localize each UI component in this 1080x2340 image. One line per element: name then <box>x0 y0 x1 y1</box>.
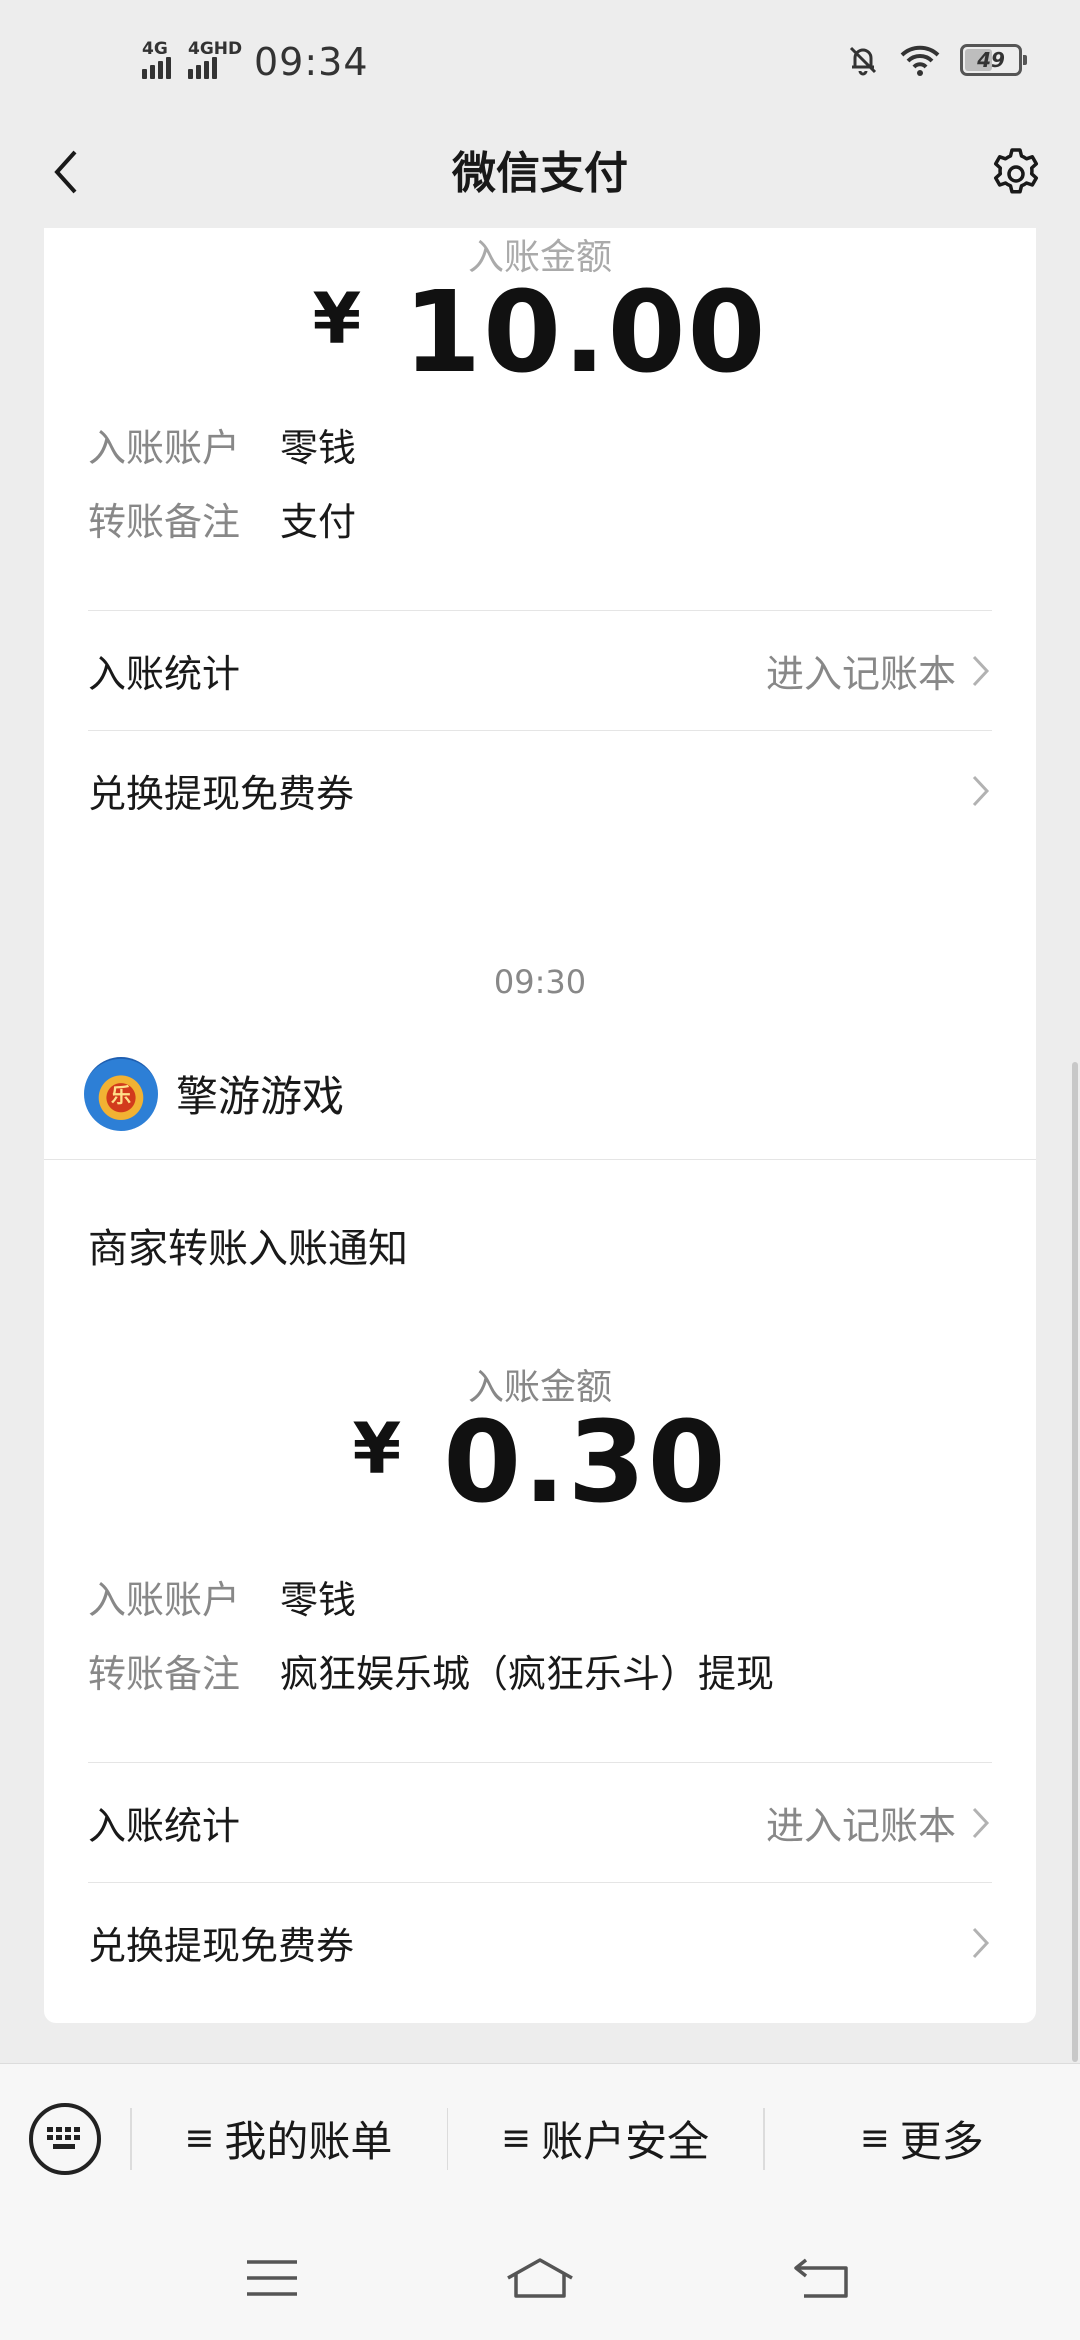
account-row: 入账账户 零钱 <box>88 422 356 474</box>
income-stats-label: 入账统计 <box>88 1804 241 1848</box>
system-menu-button[interactable] <box>232 2243 312 2313</box>
menu-label: 账户安全 <box>541 2117 710 2166</box>
status-bar: 4G 4GHD 09:34 49 <box>0 0 1080 120</box>
note-value: 支付 <box>280 500 357 544</box>
coupon-label: 兑换提现免费券 <box>88 772 355 816</box>
signal-icon: 4GHD <box>188 39 242 79</box>
ledger-link[interactable]: 进入记账本 <box>766 1795 956 1850</box>
battery-icon: 49 <box>960 44 1027 76</box>
gear-icon <box>993 148 1039 194</box>
note-row: 转账备注 支付 <box>88 496 356 548</box>
system-nav-bar <box>0 2213 1080 2340</box>
account-key: 入账账户 <box>88 1578 241 1622</box>
account-key: 入账账户 <box>88 426 241 470</box>
currency-symbol: ¥ <box>312 278 364 360</box>
chevron-right-icon <box>972 1807 990 1838</box>
settings-button[interactable] <box>982 140 1050 208</box>
payment-card: 乐 擎游游戏 商家转账入账通知 入账金额 ¥0.30 入账账户 零钱 转账备注 … <box>44 1028 1036 2023</box>
account-row: 入账账户 零钱 <box>88 1574 356 1626</box>
menu-lines-icon: ≡ <box>184 2118 215 2159</box>
note-key: 转账备注 <box>88 500 241 544</box>
income-stats-row[interactable]: 入账统计 进入记账本 <box>88 1762 992 1882</box>
menu-label: 我的账单 <box>224 2117 393 2166</box>
merchant-name: 擎游游戏 <box>176 1072 345 1121</box>
back-button[interactable] <box>34 140 98 204</box>
amount-value: ¥10.00 <box>44 268 1036 398</box>
menu-icon <box>247 2260 297 2296</box>
menu-label: 更多 <box>899 2117 984 2166</box>
merchant-header[interactable]: 乐 擎游游戏 <box>44 1028 1036 1160</box>
amount-value: ¥0.30 <box>44 1398 1036 1528</box>
menu-more[interactable]: ≡ 更多 <box>763 2064 1080 2214</box>
network-label-2: 4GHD <box>188 39 243 59</box>
message-list[interactable]: 入账金额 ¥10.00 入账账户 零钱 转账备注 支付 入账统计 进入记账本 兑… <box>0 228 1080 2063</box>
currency-symbol: ¥ <box>352 1408 404 1490</box>
status-left: 4G 4GHD 09:34 <box>142 38 369 86</box>
notice-title: 商家转账入账通知 <box>88 1226 408 1272</box>
note-value: 疯狂娱乐城（疯狂乐斗）提现 <box>280 1652 775 1696</box>
account-value: 零钱 <box>280 426 357 470</box>
home-icon <box>507 2258 573 2298</box>
amount-number: 0.30 <box>443 1398 728 1528</box>
chevron-right-icon <box>972 775 990 806</box>
mute-bell-icon <box>849 46 877 76</box>
note-key: 转账备注 <box>88 1652 241 1696</box>
coupon-row[interactable]: 兑换提现免费券 <box>88 730 992 850</box>
keyboard-toggle-button[interactable] <box>0 2064 130 2214</box>
signal-icon: 4G <box>142 39 176 79</box>
scrollbar[interactable] <box>1072 1062 1078 2062</box>
menu-my-bills[interactable]: ≡ 我的账单 <box>130 2064 447 2214</box>
back-icon <box>794 2258 848 2298</box>
system-home-button[interactable] <box>500 2243 580 2313</box>
note-row: 转账备注 疯狂娱乐城（疯狂乐斗）提现 <box>88 1648 774 1700</box>
coupon-row[interactable]: 兑换提现免费券 <box>88 1882 992 2002</box>
coupon-label: 兑换提现免费券 <box>88 1924 355 1968</box>
menu-lines-icon: ≡ <box>859 2118 890 2159</box>
income-stats-row[interactable]: 入账统计 进入记账本 <box>88 610 992 730</box>
bottom-menu: ≡ 我的账单 ≡ 账户安全 ≡ 更多 <box>0 2063 1080 2213</box>
merchant-logo: 乐 <box>84 1056 158 1131</box>
merchant-logo-text: 乐 <box>111 1083 131 1107</box>
nav-bar: 微信支付 <box>0 120 1080 228</box>
chevron-right-icon <box>972 655 990 686</box>
chevron-left-icon <box>54 150 77 194</box>
ledger-link[interactable]: 进入记账本 <box>766 643 956 698</box>
status-time: 09:34 <box>254 40 369 84</box>
wifi-icon <box>900 45 940 76</box>
income-stats-label: 入账统计 <box>88 652 241 696</box>
status-right: 49 <box>846 40 1027 80</box>
menu-account-security[interactable]: ≡ 账户安全 <box>446 2064 764 2214</box>
battery-level: 49 <box>977 48 1005 72</box>
message-timestamp: 09:30 <box>493 963 587 1001</box>
keyboard-icon <box>29 2102 101 2175</box>
page-title: 微信支付 <box>452 148 628 199</box>
network-label-1: 4G <box>142 39 168 59</box>
system-back-button[interactable] <box>782 2243 862 2313</box>
amount-number: 10.00 <box>403 268 768 398</box>
chevron-right-icon <box>972 1927 990 1958</box>
account-value: 零钱 <box>280 1578 357 1622</box>
menu-lines-icon: ≡ <box>500 2118 532 2159</box>
